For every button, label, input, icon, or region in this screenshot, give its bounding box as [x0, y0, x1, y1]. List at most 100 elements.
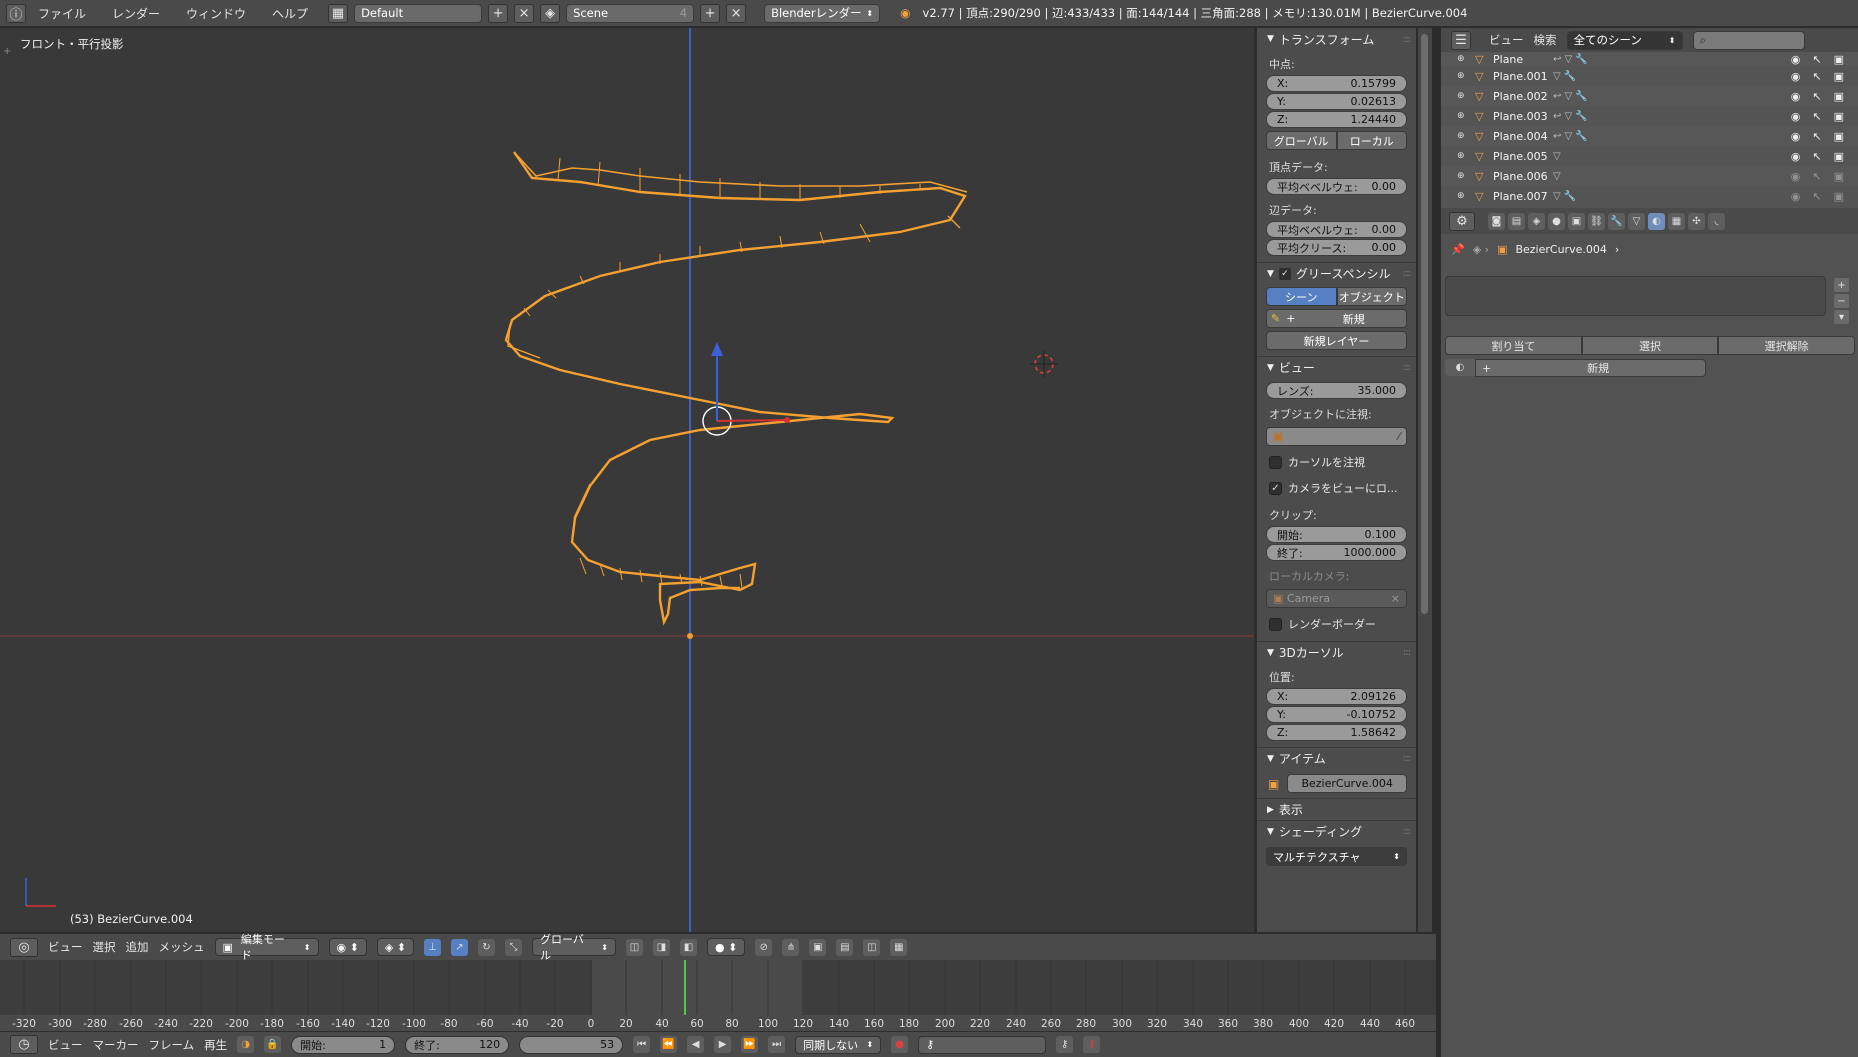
render-icon[interactable]: ▣: [1834, 70, 1844, 83]
physics-tab-icon[interactable]: ◟: [1708, 212, 1725, 230]
sync-mode-select[interactable]: 同期しない ⬍: [795, 1035, 882, 1054]
gp-scene-button[interactable]: シーン: [1266, 287, 1337, 306]
render-engine-select[interactable]: Blenderレンダー ⬍: [764, 3, 881, 23]
face-select-icon[interactable]: ◧: [680, 938, 697, 956]
view-panel-header[interactable]: ▼ ビュー:::: [1257, 356, 1416, 378]
drag-grip-icon[interactable]: :::: [1403, 362, 1411, 373]
render-icon[interactable]: ▣: [1834, 170, 1844, 183]
cursor-z-field[interactable]: Z: 1.58642: [1266, 724, 1407, 741]
edge-select-icon[interactable]: ◨: [653, 938, 670, 956]
viewport-canvas[interactable]: +: [0, 28, 1254, 932]
drag-grip-icon[interactable]: :::: [1403, 826, 1411, 837]
keying-set-field[interactable]: ⚷: [918, 1035, 1047, 1054]
jump-start-icon[interactable]: ⏮: [633, 1036, 651, 1053]
lens-field[interactable]: レンズ: 35.000: [1266, 382, 1407, 399]
remove-slot-icon[interactable]: −: [1834, 294, 1849, 308]
cursor-icon[interactable]: ↖: [1812, 170, 1821, 183]
checkbox-box[interactable]: [1269, 617, 1282, 631]
insert-keyframe-icon[interactable]: ⚷: [1056, 1036, 1074, 1053]
jump-keyframe-forward-icon[interactable]: ⏩: [741, 1036, 759, 1053]
checkbox-box[interactable]: ✓: [1269, 481, 1282, 495]
menu-file[interactable]: ファイル: [38, 5, 86, 22]
render-tab-icon[interactable]: ◙: [1488, 212, 1505, 230]
eye-icon[interactable]: ◉: [1791, 110, 1801, 123]
current-frame-field[interactable]: 53: [519, 1035, 624, 1054]
render-icon[interactable]: ▣: [1834, 130, 1844, 143]
data-tab-icon[interactable]: ▽: [1628, 212, 1645, 230]
render-icon[interactable]: ▣: [1834, 190, 1844, 203]
shading-panel-header[interactable]: ▼ シェーディング:::: [1257, 820, 1416, 842]
select-menu[interactable]: 選択: [93, 939, 116, 955]
delete-keyframe-icon[interactable]: ⚷: [1083, 1036, 1101, 1053]
pin-icon[interactable]: 📌: [1451, 243, 1465, 256]
lock-object-field[interactable]: ▣ ⁄: [1266, 427, 1407, 446]
material-browse-icon[interactable]: ◐: [1445, 359, 1475, 376]
timeline-view-menu[interactable]: ビュー: [48, 1037, 83, 1053]
checkbox-box[interactable]: [1269, 455, 1282, 469]
drag-grip-icon[interactable]: :::: [1403, 268, 1411, 279]
material-tab-icon[interactable]: ◐: [1648, 212, 1665, 230]
assign-button[interactable]: 割り当て: [1445, 336, 1582, 355]
outliner-row[interactable]: ⊕ ▽ Plane.006 ▽ ◉ ↖ ▣: [1441, 166, 1858, 186]
outliner-row[interactable]: ⊕ ▽ Plane.002 ↩ ▽ 🔧 ◉ ↖ ▣: [1441, 86, 1858, 106]
jump-end-icon[interactable]: ⏭: [768, 1036, 786, 1053]
jump-keyframe-back-icon[interactable]: ⏪: [660, 1036, 678, 1053]
eye-icon[interactable]: ◉: [1791, 90, 1801, 103]
opengl-animation-icon[interactable]: ▤: [836, 938, 854, 956]
expand-icon[interactable]: ⊕: [1457, 71, 1475, 81]
preview-range-icon[interactable]: ◑: [237, 1036, 255, 1053]
end-frame-field[interactable]: 終了: 120: [405, 1035, 510, 1054]
eyedropper-icon[interactable]: ⁄: [1398, 430, 1400, 443]
transform-panel-header[interactable]: ▼ トランスフォーム:::: [1257, 28, 1416, 50]
3d-view-editor-type-icon[interactable]: ◎: [10, 937, 38, 957]
screen-layout-field[interactable]: Default: [354, 3, 483, 23]
eye-icon[interactable]: ◉: [1791, 70, 1801, 83]
clip-start-field[interactable]: 開始: 0.100: [1266, 526, 1407, 543]
clip-end-field[interactable]: 終了: 1000.000: [1266, 544, 1407, 561]
new-material-button[interactable]: + 新規: [1475, 359, 1706, 377]
outliner-search-input[interactable]: ⌕: [1692, 30, 1805, 50]
display-panel-header[interactable]: ▶ 表示: [1257, 798, 1416, 820]
menu-help[interactable]: ヘルプ: [272, 5, 308, 22]
remove-screen-icon[interactable]: ×: [514, 3, 535, 23]
constraints-tab-icon[interactable]: ⛓: [1588, 212, 1605, 230]
3d-cursor-panel-header[interactable]: ▼ 3Dカーソル:::: [1257, 641, 1416, 663]
deselect-button[interactable]: 選択解除: [1718, 336, 1856, 355]
shading-mode-select[interactable]: マルチテクスチャ ⬍: [1266, 847, 1407, 866]
playback-menu[interactable]: 再生: [204, 1037, 227, 1053]
item-name-field[interactable]: BezierCurve.004: [1287, 774, 1407, 793]
lock-camera-checkbox[interactable]: ✓ カメラをビューにロ...: [1257, 475, 1416, 501]
expand-icon[interactable]: ⊕: [1457, 171, 1475, 181]
cursor-icon[interactable]: ↖: [1812, 90, 1821, 103]
expand-icon[interactable]: ⊕: [1457, 54, 1475, 64]
outliner-row[interactable]: ⊕ ▽ Plane ↩ ▽ 🔧 ◉ ↖ ▣: [1441, 52, 1858, 66]
play-reverse-icon[interactable]: ◀: [687, 1036, 705, 1053]
timeline-grid[interactable]: [0, 960, 1436, 1015]
outliner-row[interactable]: ⊕ ▽ Plane.004 ↩ ▽ 🔧 ◉ ↖ ▣: [1441, 126, 1858, 146]
grease-pencil-checkbox[interactable]: ✓: [1278, 267, 1291, 280]
render-border-checkbox[interactable]: レンダーボーダー: [1257, 611, 1416, 637]
object-tab-icon[interactable]: ▣: [1568, 212, 1585, 230]
slot-menu-icon[interactable]: ▾: [1834, 310, 1849, 324]
record-icon[interactable]: ●: [891, 1036, 909, 1053]
snap-toggle-icon[interactable]: ⊘: [755, 938, 773, 956]
orientation-select[interactable]: グローバル ⬍: [532, 933, 616, 962]
outliner-row[interactable]: ⊕ ▽ Plane.005 ▽ ◉ ↖ ▣: [1441, 146, 1858, 166]
screen-layout-icon[interactable]: ▦: [328, 3, 349, 23]
frame-menu[interactable]: フレーム: [149, 1037, 195, 1053]
drag-grip-icon[interactable]: :::: [1403, 753, 1411, 764]
scale-manipulator-icon[interactable]: ⤡: [505, 938, 522, 956]
eye-icon[interactable]: ◉: [1791, 170, 1801, 183]
add-screen-icon[interactable]: +: [488, 3, 509, 23]
clear-icon[interactable]: ×: [1391, 592, 1400, 605]
proportional-edit-select[interactable]: ● ⬍: [707, 938, 746, 956]
outliner-view-menu[interactable]: ビュー: [1489, 32, 1524, 48]
scrollbar-thumb[interactable]: [1421, 34, 1428, 614]
lock-range-icon[interactable]: 🔒: [264, 1036, 282, 1053]
scene-field[interactable]: Scene 4: [566, 3, 695, 23]
gp-new-button[interactable]: ✎ + 新規: [1266, 309, 1407, 328]
select-button[interactable]: 選択: [1581, 336, 1719, 355]
properties-editor-type-icon[interactable]: ⚙: [1449, 211, 1475, 231]
cursor-icon[interactable]: ↖: [1812, 110, 1821, 123]
expand-icon[interactable]: ⊕: [1457, 91, 1475, 101]
